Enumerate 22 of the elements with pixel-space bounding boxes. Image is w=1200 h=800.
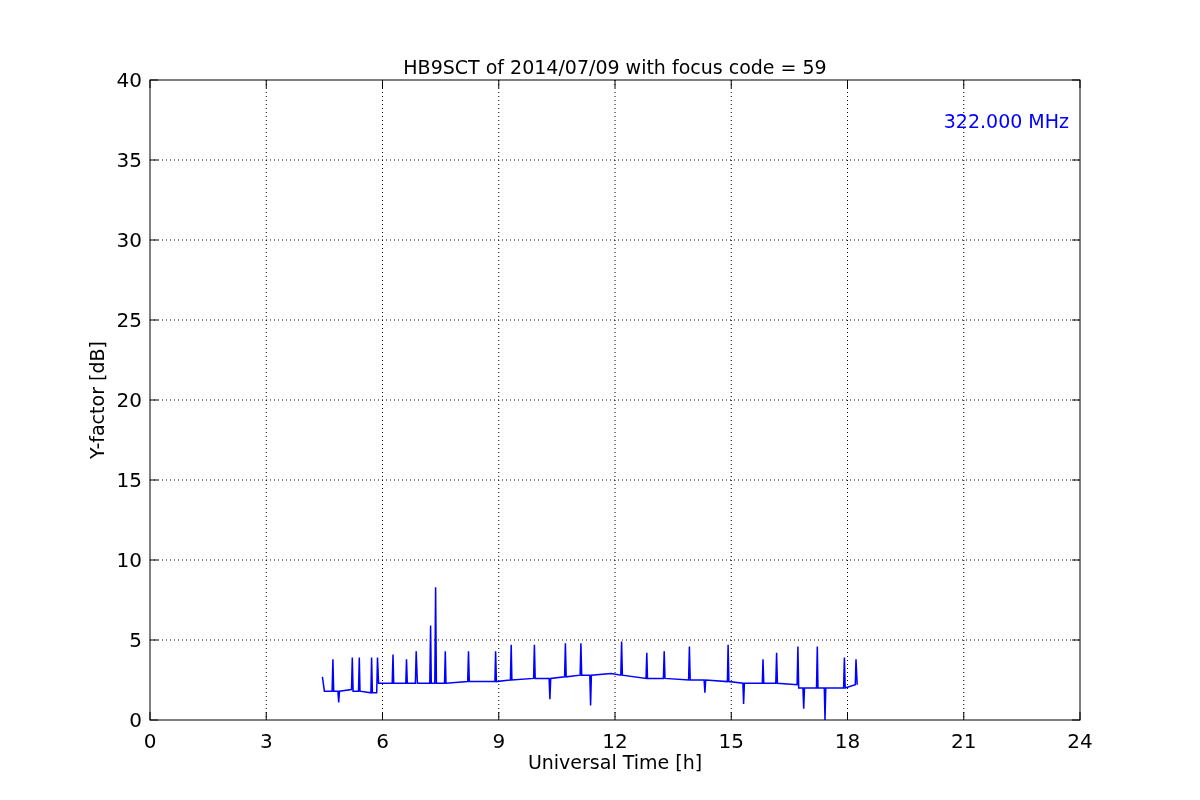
y-tick-label: 5 xyxy=(129,628,142,652)
x-tick-label: 21 xyxy=(951,729,977,753)
y-tick-label: 30 xyxy=(116,228,142,252)
x-axis-label: Universal Time [h] xyxy=(527,751,703,773)
y-tick-label: 40 xyxy=(116,68,142,92)
x-tick-label: 0 xyxy=(143,729,157,753)
y-tick-label: 35 xyxy=(116,148,142,172)
y-tick-label: 20 xyxy=(116,388,142,412)
x-tick-label: 12 xyxy=(602,729,628,753)
y-tick-label: 0 xyxy=(129,708,142,732)
x-tick-label: 9 xyxy=(492,729,506,753)
x-tick-label: 24 xyxy=(1067,729,1093,753)
x-tick-label: 18 xyxy=(834,729,861,753)
y-tick-label: 10 xyxy=(116,548,142,572)
frequency-annotation: 322.000 MHz xyxy=(943,110,1069,132)
chart-title: HB9SCT of 2014/07/09 with focus code = 59 xyxy=(403,56,827,78)
x-tick-label: 15 xyxy=(718,729,744,753)
x-tick-label: 6 xyxy=(376,729,389,753)
x-tick-label: 3 xyxy=(259,729,273,753)
y-axis-label: Y-factor [dB] xyxy=(86,341,108,459)
y-tick-label: 25 xyxy=(116,308,142,332)
y-tick-label: 15 xyxy=(116,468,142,492)
